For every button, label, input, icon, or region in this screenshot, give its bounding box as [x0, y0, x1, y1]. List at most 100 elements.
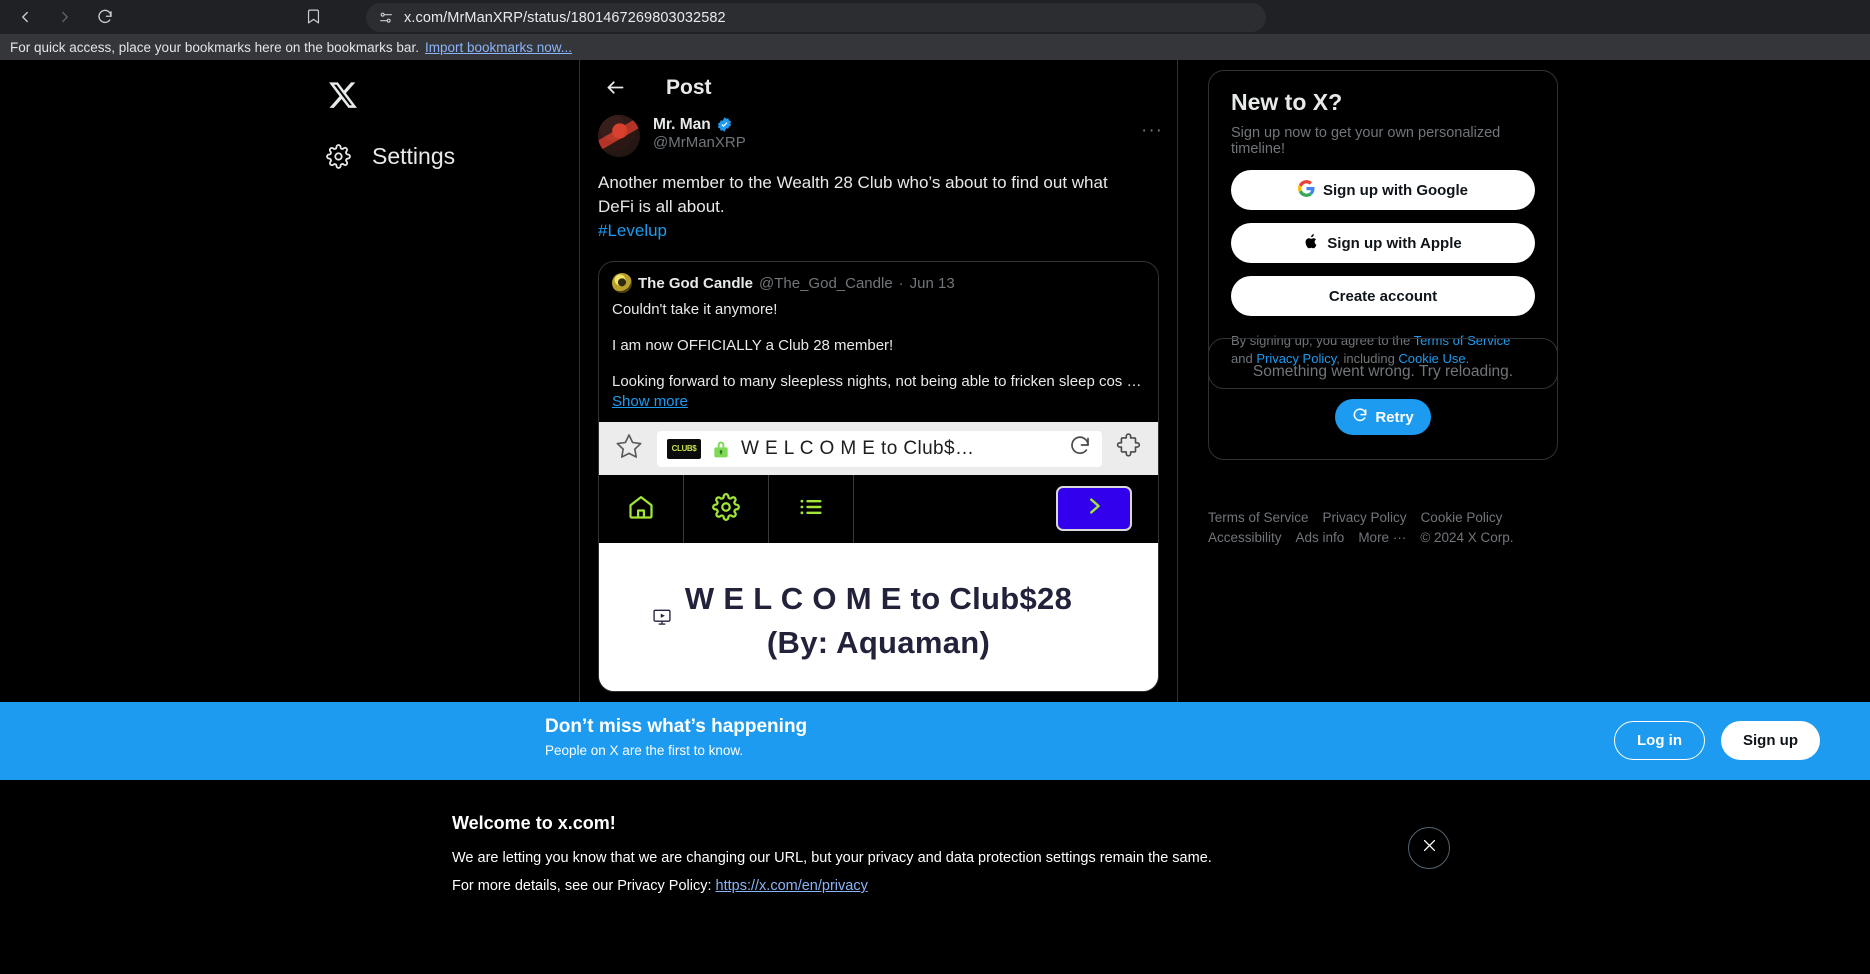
google-icon: [1298, 179, 1315, 201]
close-button[interactable]: [1408, 827, 1450, 869]
post-text-line2: DeFi is all about.: [598, 197, 725, 216]
embedded-nav-home[interactable]: [599, 475, 684, 543]
footer-link-terms[interactable]: Terms of Service: [1208, 510, 1309, 525]
back-arrow-icon[interactable]: [598, 71, 632, 105]
gear-icon: [712, 492, 740, 526]
post-body: ··· Mr. Man @MrManXRP Another member to …: [580, 115, 1177, 692]
quoted-line-2: I am now OFFICIALLY a Club 28 member!: [612, 337, 894, 354]
post-header: Post: [580, 60, 1177, 115]
footer-link-cookie[interactable]: Cookie Policy: [1421, 510, 1503, 525]
error-message: Something went wrong. Try reloading.: [1252, 363, 1514, 380]
welcome-notice: Welcome to x.com! We are letting you kno…: [0, 780, 1870, 974]
signup-card-title: New to X?: [1231, 89, 1343, 115]
embedded-site-nav: [599, 475, 1158, 543]
reload-icon: [1068, 434, 1092, 463]
footer-link-ads-info[interactable]: Ads info: [1296, 530, 1345, 545]
create-account-button[interactable]: Create account: [1231, 276, 1535, 316]
embedded-address-bar: CLUB$ W E L C O M E to Club$…: [657, 430, 1102, 467]
quoted-post-header: The God Candle @The_God_Candle · Jun 13: [599, 262, 1158, 293]
footer-link-accessibility[interactable]: Accessibility: [1208, 530, 1282, 545]
welcome-notice-line1: We are letting you know that we are chan…: [452, 850, 1212, 866]
video-screen-icon: [651, 607, 673, 632]
gear-icon: [324, 142, 352, 170]
avatar[interactable]: [612, 273, 632, 293]
footer-link-more[interactable]: More ···: [1358, 530, 1406, 545]
author-handle[interactable]: @MrManXRP: [653, 134, 746, 153]
signup-apple-label: Sign up with Apple: [1327, 234, 1462, 252]
welcome-notice-content: Welcome to x.com! We are letting you kno…: [452, 813, 1212, 894]
star-icon: [615, 432, 643, 465]
sidebar-item-label-settings: Settings: [372, 142, 456, 169]
retry-button[interactable]: Retry: [1335, 399, 1431, 435]
page-root: x.com/MrManXRP/status/180146726980303258…: [0, 0, 1870, 974]
chevron-right-icon: [1083, 495, 1105, 522]
author-display-name[interactable]: Mr. Man: [653, 115, 711, 134]
footer-link-privacy[interactable]: Privacy Policy: [1323, 510, 1407, 525]
post-text-line1: Another member to the Wealth 28 Club who…: [598, 173, 1108, 192]
import-bookmarks-link[interactable]: Import bookmarks now...: [425, 40, 572, 55]
privacy-policy-url-link[interactable]: https://x.com/en/privacy: [716, 878, 868, 894]
quoted-post-text: Couldn't take it anymore! I am now OFFIC…: [599, 293, 1158, 393]
list-icon: [797, 493, 825, 526]
embedded-hero-line2: (By: Aquaman): [766, 625, 991, 660]
post-author-row: Mr. Man @MrManXRP: [598, 115, 1159, 157]
embedded-page-title: W E L C O M E to Club$…: [741, 437, 975, 459]
quoted-media-screenshot[interactable]: CLUB$ W E L C O M E to Club$… W E L C O …: [599, 422, 1158, 691]
signup-google-button[interactable]: Sign up with Google: [1231, 170, 1535, 210]
back-arrow-icon[interactable]: [8, 2, 42, 32]
browser-nav-buttons: [0, 2, 122, 32]
signup-button[interactable]: Sign up: [1721, 721, 1820, 760]
reload-icon: [1352, 407, 1368, 427]
quoted-line-1: Couldn't take it anymore!: [612, 301, 778, 318]
quoted-handle: @The_God_Candle: [759, 274, 893, 292]
signup-banner-buttons: Log in Sign up: [1614, 721, 1820, 760]
reload-icon[interactable]: [88, 2, 122, 32]
post-more-button[interactable]: ···: [1141, 121, 1163, 140]
signup-google-label: Sign up with Google: [1323, 181, 1468, 199]
embedded-browser-toolbar: CLUB$ W E L C O M E to Club$…: [599, 422, 1158, 475]
signup-banner-text: Don’t miss what’s happening People on X …: [545, 716, 807, 758]
avatar[interactable]: [598, 115, 640, 157]
author-names: Mr. Man @MrManXRP: [653, 115, 746, 153]
address-bar[interactable]: x.com/MrManXRP/status/180146726980303258…: [366, 3, 1266, 32]
show-more-link[interactable]: Show more: [599, 393, 1158, 422]
login-button[interactable]: Log in: [1614, 721, 1705, 760]
retry-label: Retry: [1375, 408, 1414, 426]
bookmarks-bar: For quick access, place your bookmarks h…: [0, 34, 1870, 60]
welcome-notice-line2: For more details, see our Privacy Policy…: [452, 878, 1212, 894]
error-card: Something went wrong. Try reloading. Ret…: [1208, 338, 1558, 460]
quoted-display-name: The God Candle: [638, 274, 754, 292]
lock-icon: [711, 438, 731, 460]
signup-apple-button[interactable]: Sign up with Apple: [1231, 223, 1535, 263]
bookmarks-bar-message: For quick access, place your bookmarks h…: [10, 39, 419, 55]
quoted-post[interactable]: The God Candle @The_God_Candle · Jun 13 …: [598, 261, 1159, 692]
address-bar-url: x.com/MrManXRP/status/180146726980303258…: [404, 9, 726, 26]
embedded-nav-settings[interactable]: [684, 475, 769, 543]
embedded-go-button[interactable]: [1056, 486, 1132, 531]
verified-badge-icon: [716, 116, 733, 133]
sidebar-item-settings[interactable]: Settings: [312, 132, 473, 180]
bookmark-icon[interactable]: [305, 7, 322, 31]
forward-arrow-icon[interactable]: [48, 2, 82, 32]
puzzle-piece-icon: [1116, 433, 1142, 464]
signup-card-subtitle: Sign up now to get your own personalized…: [1231, 125, 1501, 157]
page-title: Post: [666, 75, 712, 99]
embedded-hero: W E L C O M E to Club$28 (By: Aquaman): [599, 543, 1158, 691]
embedded-hero-line1: W E L C O M E to Club$28: [684, 581, 1073, 616]
site-settings-icon[interactable]: [378, 10, 394, 26]
browser-toolbar: x.com/MrManXRP/status/180146726980303258…: [0, 0, 1870, 34]
x-logo[interactable]: [320, 72, 366, 118]
footer-copyright: © 2024 X Corp.: [1420, 530, 1514, 545]
home-icon: [627, 493, 655, 526]
post-text: Another member to the Wealth 28 Club who…: [598, 171, 1159, 243]
signup-banner-sub: People on X are the first to know.: [545, 743, 744, 758]
signup-banner-heading: Don’t miss what’s happening: [545, 716, 808, 737]
signup-banner: Don’t miss what’s happening People on X …: [0, 702, 1870, 780]
quoted-separator: ·: [898, 274, 904, 292]
close-icon: [1421, 837, 1438, 859]
embedded-nav-list[interactable]: [769, 475, 854, 543]
site-chip-icon: CLUB$: [667, 438, 701, 459]
post-hashtag-link[interactable]: #Levelup: [598, 221, 667, 240]
create-account-label: Create account: [1328, 287, 1438, 305]
quoted-line-3: Looking forward to many sleepless nights…: [612, 373, 1142, 390]
